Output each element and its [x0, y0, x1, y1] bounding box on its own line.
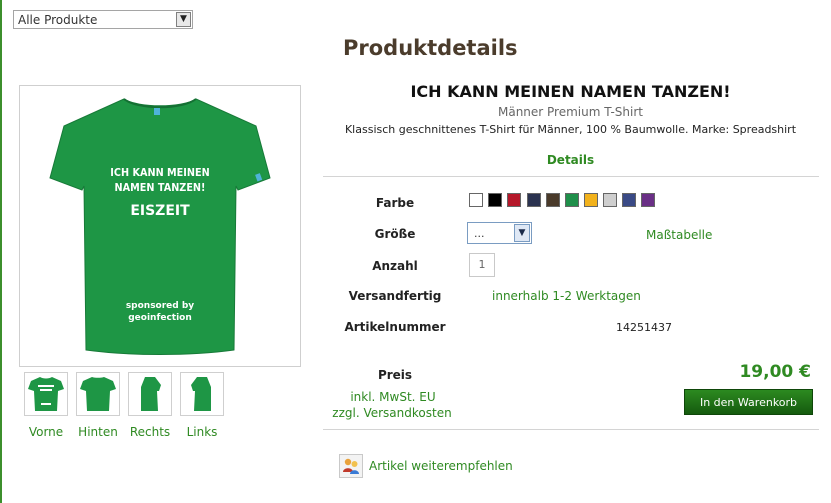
shipping-value: innerhalb 1-2 Werktagen	[492, 289, 641, 303]
quantity-input[interactable]: 1	[469, 253, 495, 277]
category-select-value: Alle Produkte	[18, 13, 98, 27]
color-swatch-black[interactable]	[488, 193, 502, 207]
shirt-print-eiszeit: EISZEIT	[130, 203, 190, 219]
recommend-article-link[interactable]: Artikel weiterempfehlen	[369, 459, 513, 473]
price-label: Preis	[377, 368, 413, 382]
color-swatch-white[interactable]	[469, 193, 483, 207]
color-swatch-yellow[interactable]	[584, 193, 598, 207]
color-swatch-navy[interactable]	[527, 193, 541, 207]
add-to-cart-button[interactable]: In den Warenkorb	[684, 389, 813, 415]
chevron-down-icon[interactable]: ▼	[514, 224, 530, 242]
color-label: Farbe	[375, 196, 415, 210]
shirt-print-line5: geoinfection	[128, 313, 192, 323]
product-title: ICH KANN MEINEN NAMEN TANZEN!	[410, 82, 731, 101]
category-select[interactable]: Alle Produkte ▼	[13, 10, 193, 29]
color-swatch-red[interactable]	[507, 193, 521, 207]
shipping-costs-link[interactable]: zzgl. Versandkosten	[312, 406, 472, 420]
color-swatch-grey[interactable]	[603, 193, 617, 207]
thumbnail-left[interactable]	[180, 372, 224, 416]
size-select[interactable]: ... ▼	[467, 222, 532, 244]
thumbnail-back[interactable]	[76, 372, 120, 416]
color-swatch-blue[interactable]	[622, 193, 636, 207]
divider-bottom	[323, 429, 819, 430]
thumbnail-label-back[interactable]: Hinten	[68, 425, 128, 439]
color-swatch-purple[interactable]	[641, 193, 655, 207]
article-number-value: 14251437	[616, 321, 672, 334]
thumbnail-label-front[interactable]: Vorne	[16, 425, 76, 439]
tab-details[interactable]: Details	[323, 153, 818, 167]
color-swatch-brown[interactable]	[546, 193, 560, 207]
tshirt-front-image	[49, 98, 271, 355]
tshirt-right-thumb-icon	[141, 377, 161, 411]
product-main-image[interactable]: ICH KANN MEINEN NAMEN TANZEN! EISZEIT sp…	[19, 85, 301, 367]
product-subtitle: Männer Premium T-Shirt	[497, 105, 643, 119]
thumbnail-right[interactable]	[128, 372, 172, 416]
color-swatch-green[interactable]	[565, 193, 579, 207]
size-select-value: ...	[474, 227, 485, 240]
thumbnail-label-left[interactable]: Links	[172, 425, 232, 439]
size-chart-link[interactable]: Maßtabelle	[646, 228, 712, 242]
size-label: Größe	[374, 227, 416, 241]
shirt-print-line4: sponsored by	[125, 301, 195, 311]
left-border	[0, 0, 2, 503]
divider-top	[323, 176, 819, 177]
shirt-print-line2: NAMEN TANZEN!	[114, 181, 206, 194]
chevron-down-icon[interactable]: ▼	[176, 12, 191, 27]
shirt-print-headline: ICH KANN MEINEN NAMEN TANZEN!	[72, 165, 248, 195]
product-price: 19,00 €	[739, 362, 811, 382]
shirt-print-sponsor: sponsored by geoinfection	[60, 300, 260, 324]
thumbnail-label-right[interactable]: Rechts	[120, 425, 180, 439]
tshirt-left-thumb-icon	[191, 377, 211, 411]
thumbnail-front[interactable]	[24, 372, 68, 416]
tax-note-link[interactable]: inkl. MwSt. EU	[323, 390, 463, 404]
people-icon-graphic	[343, 458, 359, 474]
product-description: Klassisch geschnittenes T-Shirt für Männ…	[344, 123, 797, 136]
shirt-print-line1: ICH KANN MEINEN	[110, 166, 210, 179]
tshirt-back-thumb-icon	[80, 377, 116, 411]
people-icon[interactable]	[339, 454, 363, 478]
article-number-label: Artikelnummer	[344, 320, 446, 334]
tshirt-front-thumb-icon	[28, 377, 64, 411]
quantity-label: Anzahl	[372, 259, 418, 273]
page-title: Produktdetails	[343, 36, 518, 60]
shipping-label: Versandfertig	[348, 289, 442, 303]
